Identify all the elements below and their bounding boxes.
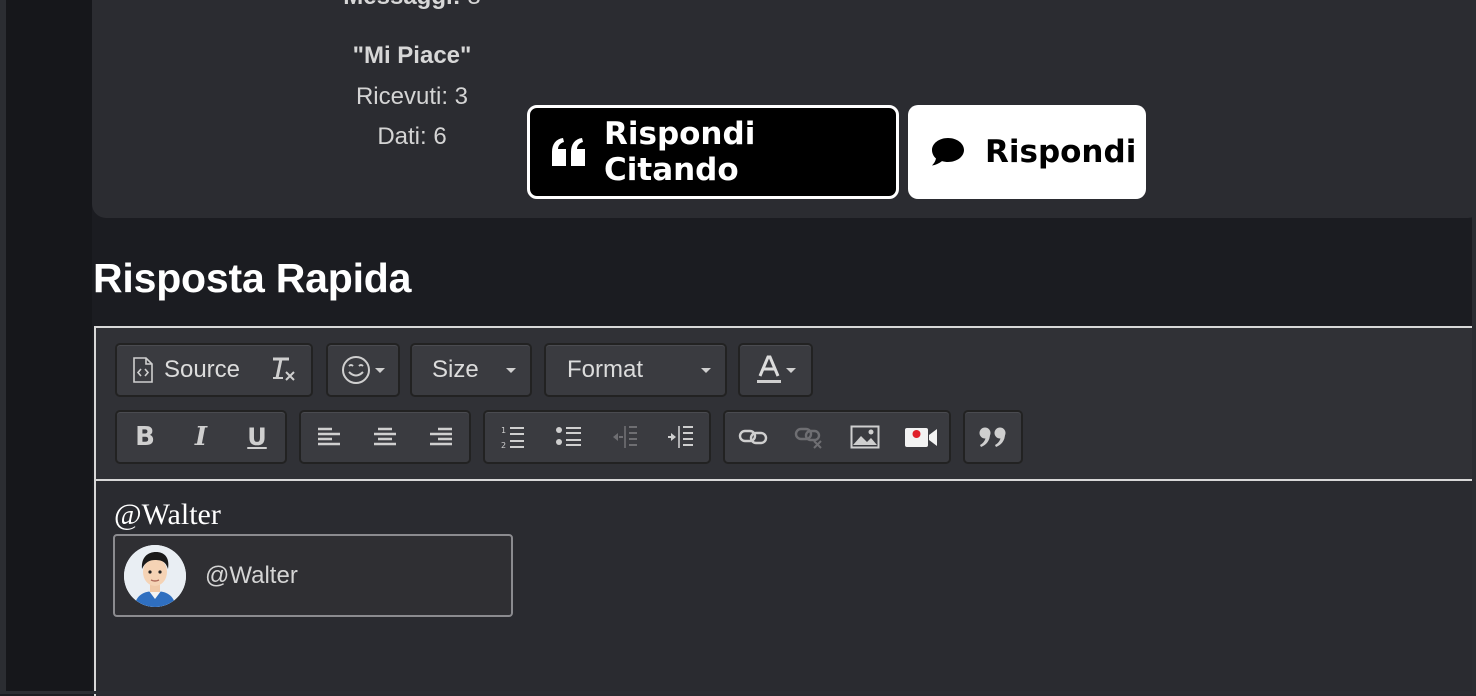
numbered-list-button[interactable]: 12 <box>485 412 541 462</box>
quote-icon <box>552 138 586 166</box>
list-group: 12 <box>483 410 711 464</box>
remove-format-icon <box>269 356 299 384</box>
source-icon <box>132 357 154 383</box>
image-icon <box>850 425 880 449</box>
link-icon <box>738 427 768 447</box>
chevron-down-icon <box>701 367 711 373</box>
numbered-list-icon: 12 <box>500 424 526 450</box>
likes-given: Dati: 6 <box>377 123 447 150</box>
source-label: Source <box>163 356 241 383</box>
editor-content[interactable]: @Walter <box>114 498 221 532</box>
link-button[interactable] <box>725 412 781 462</box>
unlink-icon <box>794 425 824 449</box>
bulleted-list-icon <box>555 425 583 449</box>
align-right-icon <box>428 426 454 448</box>
video-button[interactable] <box>893 412 949 462</box>
chevron-down-icon <box>375 367 385 373</box>
align-left-icon <box>316 426 342 448</box>
messages-value: 3 <box>467 0 480 10</box>
editor-toolbar: Source Size Format B I U 1 2 <box>96 328 1476 481</box>
blockquote-button[interactable] <box>965 412 1021 462</box>
emoji-icon <box>341 355 371 385</box>
align-right-button[interactable] <box>413 412 469 462</box>
format-dropdown[interactable]: Format <box>546 345 725 395</box>
quick-reply-title: Risposta Rapida <box>93 255 412 301</box>
video-icon <box>904 425 938 449</box>
bold-icon: B <box>135 422 155 452</box>
source-group: Source <box>115 343 313 397</box>
align-left-button[interactable] <box>301 412 357 462</box>
format-group: Format <box>544 343 727 397</box>
size-dropdown[interactable]: Size <box>412 345 530 395</box>
indent-button[interactable] <box>653 412 709 462</box>
indent-icon <box>667 424 695 450</box>
source-button[interactable]: Source <box>117 345 255 395</box>
unlink-button[interactable] <box>781 412 837 462</box>
underline-icon: U <box>247 423 267 451</box>
likes-heading-text: "Mi Piace" <box>352 42 472 69</box>
text-color-icon <box>756 355 782 385</box>
align-center-button[interactable] <box>357 412 413 462</box>
outdent-icon <box>611 424 639 450</box>
emoji-group <box>326 343 400 397</box>
likes-received: Ricevuti: 3 <box>355 83 469 110</box>
emoji-button[interactable] <box>328 345 398 395</box>
image-button[interactable] <box>837 412 893 462</box>
alignment-group <box>299 410 471 464</box>
reply-label: Rispondi <box>985 134 1137 170</box>
align-center-icon <box>372 426 398 448</box>
text-color-button[interactable] <box>740 345 811 395</box>
size-group: Size <box>410 343 532 397</box>
text-color-group <box>738 343 813 397</box>
svg-text:2: 2 <box>501 441 506 450</box>
format-label: Format <box>567 356 644 383</box>
chevron-down-icon <box>785 367 796 373</box>
quote-reply-button[interactable]: Rispondi Citando <box>527 105 899 199</box>
remove-format-button[interactable] <box>257 345 311 395</box>
left-sidebar <box>6 0 92 694</box>
rich-text-editor: Source Size Format B I U 1 2 @Walter @Wa… <box>94 326 1476 696</box>
chevron-down-icon <box>506 367 516 373</box>
window-border-right <box>1472 0 1476 694</box>
underline-button[interactable]: U <box>229 412 285 462</box>
messages-stat: Messaggi: 3 <box>322 0 502 11</box>
svg-text:1: 1 <box>501 426 506 435</box>
quote-reply-label: Rispondi Citando <box>604 116 756 188</box>
blockquote-icon <box>978 426 1008 448</box>
mention-suggestion-item[interactable]: @Walter <box>113 534 513 617</box>
italic-icon: I <box>194 422 208 452</box>
italic-button[interactable]: I <box>173 412 229 462</box>
basic-styles-group: B I U <box>115 410 287 464</box>
outdent-button[interactable] <box>597 412 653 462</box>
bold-button[interactable]: B <box>117 412 173 462</box>
insert-group <box>723 410 951 464</box>
likes-heading: "Mi Piace" <box>322 42 502 70</box>
avatar <box>124 545 186 607</box>
reply-button[interactable]: Rispondi <box>908 105 1146 199</box>
messages-label: Messaggi: <box>343 0 460 10</box>
bulleted-list-button[interactable] <box>541 412 597 462</box>
size-label: Size <box>432 356 479 383</box>
blockquote-group <box>963 410 1023 464</box>
mention-name: @Walter <box>205 562 298 589</box>
comment-icon <box>931 137 965 167</box>
